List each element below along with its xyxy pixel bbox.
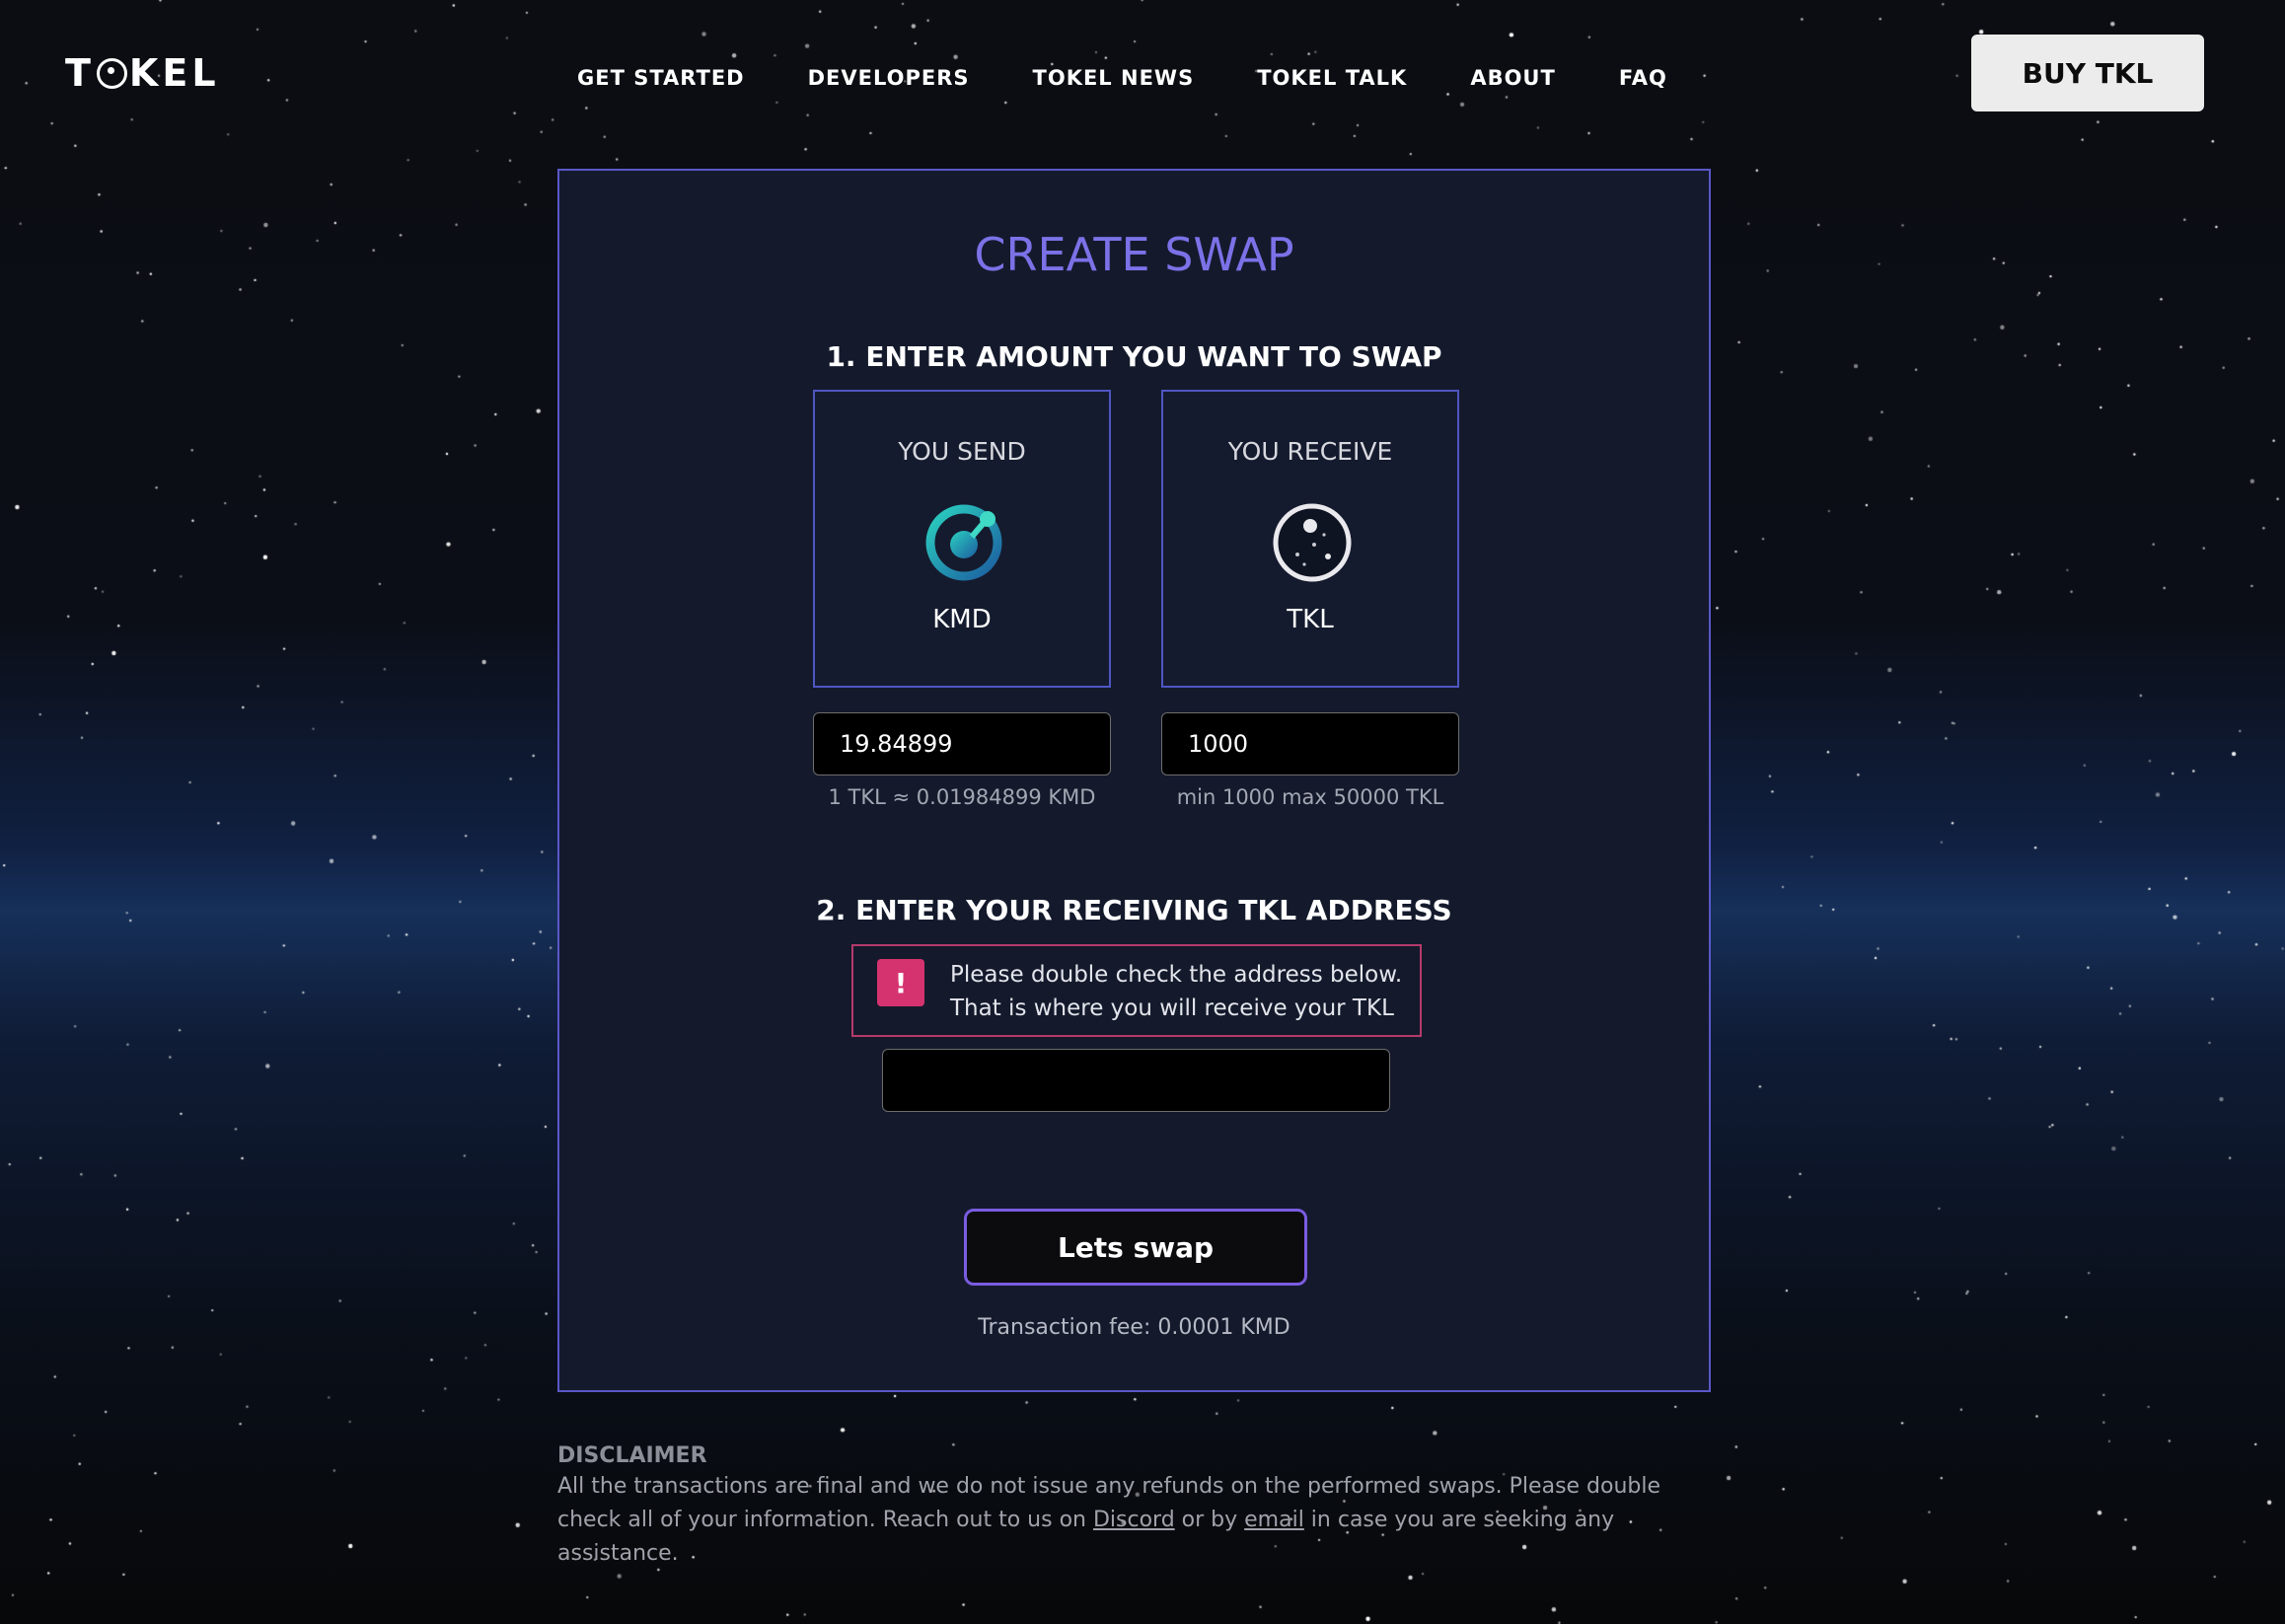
warning-icon: ! [877, 959, 924, 1006]
create-swap-card: CREATE SWAP 1. ENTER AMOUNT YOU WANT TO … [557, 169, 1711, 1392]
main-nav: GET STARTED DEVELOPERS TOKEL NEWS TOKEL … [577, 66, 1667, 90]
warning-line-1: Please double check the address below. [950, 962, 1403, 988]
nav-tokel-news[interactable]: TOKEL NEWS [1033, 66, 1195, 90]
nav-get-started[interactable]: GET STARTED [577, 66, 745, 90]
receive-amount-input[interactable] [1161, 712, 1459, 775]
disclaimer-text: All the transactions are final and we do… [557, 1470, 1722, 1571]
send-symbol: KMD [932, 605, 992, 634]
receive-symbol: TKL [1287, 605, 1334, 634]
send-coin-card[interactable]: YOU SEND KMD [813, 390, 1111, 688]
nav-tokel-talk[interactable]: TOKEL TALK [1257, 66, 1407, 90]
disclaimer-section: DISCLAIMER All the transactions are fina… [557, 1443, 1722, 1571]
site-header: T KEL GET STARTED DEVELOPERS TOKEL NEWS T… [0, 0, 2285, 148]
warning-message: Please double check the address below. T… [950, 958, 1402, 1025]
transaction-fee: Transaction fee: 0.0001 KMD [978, 1315, 1290, 1340]
email-link[interactable]: email [1244, 1508, 1304, 1532]
tkl-coin-icon [1273, 503, 1352, 582]
nav-developers[interactable]: DEVELOPERS [808, 66, 970, 90]
discord-link[interactable]: Discord [1093, 1508, 1175, 1532]
kmd-coin-icon [925, 504, 1002, 581]
send-label: YOU SEND [898, 437, 1026, 466]
address-warning-box: ! Please double check the address below.… [851, 944, 1422, 1037]
receive-limits-hint: min 1000 max 50000 TKL [1176, 785, 1444, 809]
step2-heading: 2. ENTER YOUR RECEIVING TKL ADDRESS [816, 894, 1452, 926]
tokel-logo[interactable]: T KEL [65, 51, 220, 95]
lets-swap-button[interactable]: Lets swap [964, 1209, 1307, 1286]
buy-tkl-button[interactable]: BUY TKL [1971, 35, 2204, 111]
nav-faq[interactable]: FAQ [1619, 66, 1667, 90]
disclaimer-text-part-2: or by [1174, 1508, 1245, 1532]
page-title: CREATE SWAP [974, 228, 1294, 281]
disclaimer-title: DISCLAIMER [557, 1443, 707, 1468]
receive-coin-card[interactable]: YOU RECEIVE TKL [1161, 390, 1459, 688]
tkl-address-input[interactable] [882, 1049, 1390, 1112]
receive-label: YOU RECEIVE [1227, 437, 1393, 466]
step1-heading: 1. ENTER AMOUNT YOU WANT TO SWAP [826, 340, 1442, 373]
exchange-rate-hint: 1 TKL ≈ 0.01984899 KMD [828, 785, 1096, 809]
send-amount-input[interactable] [813, 712, 1111, 775]
warning-line-2: That is where you will receive your TKL [950, 996, 1394, 1021]
nav-about[interactable]: ABOUT [1470, 66, 1556, 90]
logo-planet-icon [96, 57, 127, 89]
